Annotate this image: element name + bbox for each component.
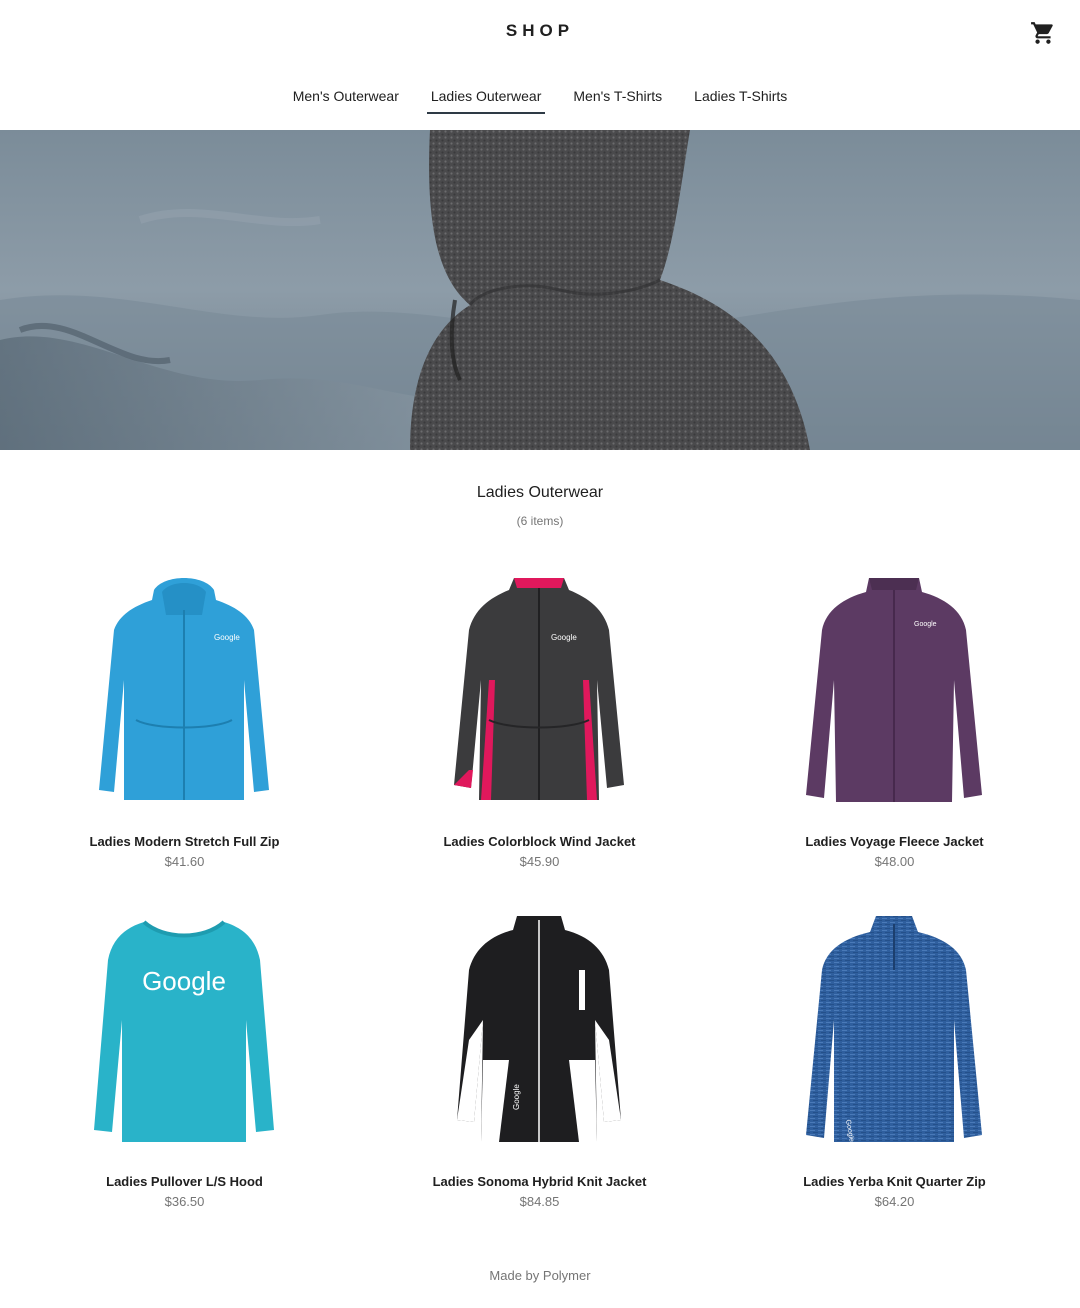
tab-ladies-tshirts[interactable]: Ladies T-Shirts [678, 80, 803, 114]
tab-mens-outerwear[interactable]: Men's Outerwear [277, 80, 415, 114]
svg-text:Google: Google [214, 633, 240, 642]
product-card[interactable]: Google Ladies Sonoma Hybrid Knit Jacket … [362, 900, 717, 1220]
svg-text:Google: Google [551, 633, 577, 642]
product-name: Ladies Voyage Fleece Jacket [805, 834, 984, 849]
item-count: (6 items) [516, 514, 564, 528]
hero-banner-image [0, 130, 1080, 450]
category-title: Ladies Outerwear [476, 484, 604, 501]
product-price: $45.90 [519, 854, 560, 869]
product-price: $36.50 [164, 1194, 205, 1209]
product-image: Google [84, 570, 284, 810]
tab-mens-tshirts[interactable]: Men's T-Shirts [557, 80, 678, 114]
product-image: Google [439, 570, 639, 810]
category-tabs: Men's Outerwear Ladies Outerwear Men's T… [0, 80, 1080, 114]
svg-text:Google: Google [142, 966, 226, 996]
product-card[interactable]: Google Ladies Voyage Fleece Jacket $48.0… [717, 560, 1072, 880]
product-image: Google [794, 910, 994, 1150]
shopping-cart-icon[interactable] [1030, 20, 1056, 46]
product-card[interactable]: Google Ladies Colorblock Wind Jacket $45… [362, 560, 717, 880]
product-image: Google [794, 570, 994, 810]
product-image: Google [439, 910, 639, 1150]
product-price: $48.00 [874, 854, 915, 869]
product-price: $84.85 [519, 1194, 560, 1209]
product-name: Ladies Yerba Knit Quarter Zip [803, 1174, 986, 1189]
product-card[interactable]: Google Ladies Pullover L/S Hood $36.50 [7, 900, 362, 1220]
product-name: Ladies Sonoma Hybrid Knit Jacket [432, 1174, 647, 1189]
shop-logo[interactable]: SHOP [0, 21, 1080, 41]
product-card[interactable]: Google Ladies Yerba Knit Quarter Zip $64… [717, 900, 1072, 1220]
product-name: Ladies Modern Stretch Full Zip [89, 834, 280, 849]
product-name: Ladies Colorblock Wind Jacket [443, 834, 636, 849]
footer-text: Made by Polymer [489, 1268, 591, 1283]
product-price: $41.60 [164, 854, 205, 869]
product-price: $64.20 [874, 1194, 915, 1209]
product-name: Ladies Pullover L/S Hood [106, 1174, 263, 1189]
product-image: Google [84, 910, 284, 1150]
product-card[interactable]: Google Ladies Modern Stretch Full Zip $4… [7, 560, 362, 880]
tab-ladies-outerwear[interactable]: Ladies Outerwear [415, 80, 558, 114]
app-header: SHOP [0, 0, 1080, 62]
svg-text:Google: Google [914, 621, 937, 628]
svg-text:Google: Google [512, 1084, 521, 1110]
